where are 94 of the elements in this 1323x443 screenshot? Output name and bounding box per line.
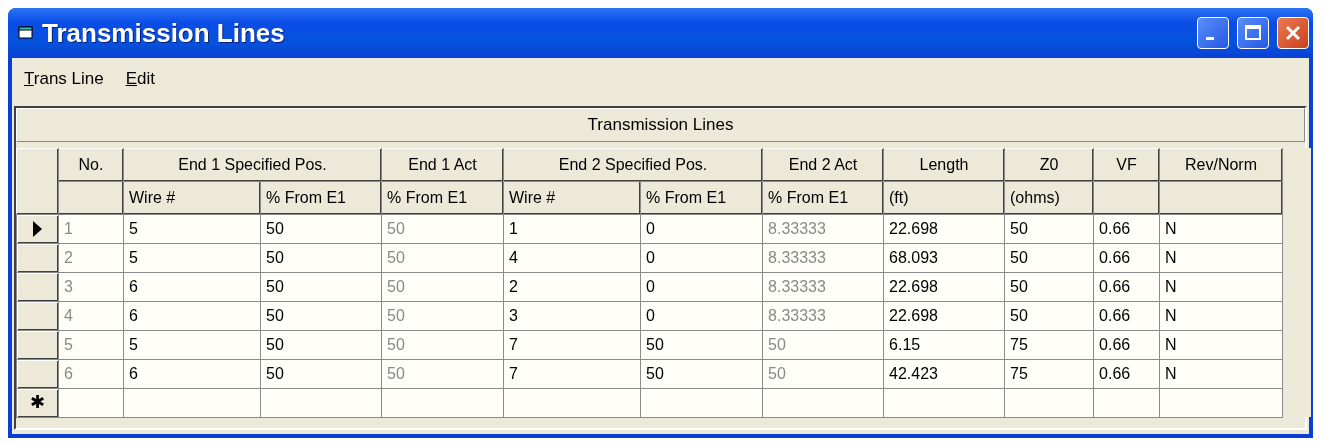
table-cell[interactable]: 42.423 xyxy=(883,359,1005,388)
table-cell[interactable]: 0 xyxy=(640,243,763,272)
close-button[interactable] xyxy=(1277,17,1309,49)
table-cell[interactable]: 1 xyxy=(58,214,124,243)
column-header: End 2 Specified Pos. xyxy=(503,148,763,181)
window-icon xyxy=(18,26,34,40)
table-cell[interactable]: 7 xyxy=(503,359,641,388)
grid-caption: Transmission Lines xyxy=(16,107,1305,142)
column-header: End 2 Act xyxy=(762,148,884,181)
new-row-marker[interactable]: ✱ xyxy=(16,388,59,417)
row-header[interactable] xyxy=(16,272,59,301)
table-cell[interactable]: 50 xyxy=(260,359,382,388)
table-cell[interactable]: 50 xyxy=(640,359,763,388)
table-cell[interactable]: 8.33333 xyxy=(762,272,884,301)
row-header[interactable] xyxy=(16,214,59,243)
table-cell[interactable]: N xyxy=(1159,214,1283,243)
table-cell[interactable]: 6 xyxy=(123,359,261,388)
table-cell[interactable]: 0 xyxy=(640,301,763,330)
table-cell[interactable]: 0.66 xyxy=(1093,301,1160,330)
table-cell[interactable]: 50 xyxy=(260,330,382,359)
maximize-icon xyxy=(1244,24,1262,42)
row-header[interactable] xyxy=(16,330,59,359)
table-cell[interactable]: 50 xyxy=(1004,243,1094,272)
column-header: Wire # xyxy=(503,181,641,214)
table-cell[interactable]: 5 xyxy=(123,243,261,272)
table-cell[interactable]: 50 xyxy=(260,214,382,243)
column-header: % From E1 xyxy=(381,181,504,214)
table-cell[interactable]: 1 xyxy=(503,214,641,243)
table-cell[interactable]: 50 xyxy=(260,272,382,301)
column-header: Wire # xyxy=(123,181,261,214)
table-cell[interactable]: 0 xyxy=(640,214,763,243)
column-header: (ft) xyxy=(883,181,1005,214)
table-cell[interactable]: 8.33333 xyxy=(762,301,884,330)
table-cell[interactable]: 22.698 xyxy=(883,214,1005,243)
table-cell[interactable]: 2 xyxy=(503,272,641,301)
table-cell[interactable]: 0.66 xyxy=(1093,272,1160,301)
column-header: (ohms) xyxy=(1004,181,1094,214)
table-cell[interactable]: 50 xyxy=(1004,272,1094,301)
table-cell[interactable]: 3 xyxy=(503,301,641,330)
row-header[interactable] xyxy=(16,359,59,388)
row-header[interactable] xyxy=(16,243,59,272)
table-cell[interactable]: 0.66 xyxy=(1093,243,1160,272)
table-cell[interactable]: 6 xyxy=(123,272,261,301)
table-cell[interactable]: 7 xyxy=(503,330,641,359)
window-title: Transmission Lines xyxy=(42,16,286,50)
table-cell[interactable]: 50 xyxy=(640,330,763,359)
row-header[interactable] xyxy=(16,301,59,330)
minimize-icon xyxy=(1206,36,1214,40)
table-cell[interactable]: 5 xyxy=(58,330,124,359)
table-cell[interactable]: N xyxy=(1159,272,1283,301)
table-cell[interactable]: 6 xyxy=(123,301,261,330)
table-cell[interactable]: 8.33333 xyxy=(762,214,884,243)
table-cell[interactable]: 22.698 xyxy=(883,301,1005,330)
menu-item[interactable]: Edit xyxy=(123,66,157,92)
close-icon xyxy=(1284,24,1302,42)
table-cell[interactable]: N xyxy=(1159,301,1283,330)
column-header: % From E1 xyxy=(762,181,884,214)
table-cell[interactable]: 50 xyxy=(1004,214,1094,243)
table-cell[interactable]: 0.66 xyxy=(1093,359,1160,388)
column-header: Rev/Norm xyxy=(1159,148,1283,181)
table-cell[interactable]: 8.33333 xyxy=(762,243,884,272)
table-cell[interactable]: N xyxy=(1159,243,1283,272)
table-cell[interactable]: 0 xyxy=(640,272,763,301)
table-cell[interactable]: 22.698 xyxy=(883,272,1005,301)
table-cell[interactable]: 6 xyxy=(58,359,124,388)
column-header: No. xyxy=(58,148,124,181)
menu-item[interactable]: Trans Line xyxy=(22,66,106,92)
table-cell[interactable]: 6.15 xyxy=(883,330,1005,359)
table-cell[interactable]: 50 xyxy=(260,243,382,272)
table-cell[interactable]: 50 xyxy=(1004,301,1094,330)
current-row-icon xyxy=(33,220,42,237)
table-cell[interactable]: 5 xyxy=(123,330,261,359)
table-cell[interactable]: 50 xyxy=(260,301,382,330)
column-header: Length xyxy=(883,148,1005,181)
table-cell[interactable]: 4 xyxy=(58,301,124,330)
table-cell[interactable]: 68.093 xyxy=(883,243,1005,272)
column-header: % From E1 xyxy=(260,181,382,214)
column-header: Z0 xyxy=(1004,148,1094,181)
minimize-button[interactable] xyxy=(1197,17,1229,49)
table-cell[interactable]: 5 xyxy=(123,214,261,243)
table-cell[interactable]: N xyxy=(1159,359,1283,388)
column-header xyxy=(58,181,124,214)
table-cell[interactable]: 0.66 xyxy=(1093,214,1160,243)
maximize-button[interactable] xyxy=(1237,17,1269,49)
table-cell[interactable]: N xyxy=(1159,330,1283,359)
table-cell[interactable]: 4 xyxy=(503,243,641,272)
column-header: End 1 Act xyxy=(381,148,504,181)
table-cell[interactable]: 3 xyxy=(58,272,124,301)
table-cell[interactable]: 75 xyxy=(1004,330,1094,359)
table-cell[interactable]: 75 xyxy=(1004,359,1094,388)
column-header: VF xyxy=(1093,148,1160,181)
table-cell[interactable]: 0.66 xyxy=(1093,330,1160,359)
column-header: End 1 Specified Pos. xyxy=(123,148,382,181)
column-header: % From E1 xyxy=(640,181,763,214)
